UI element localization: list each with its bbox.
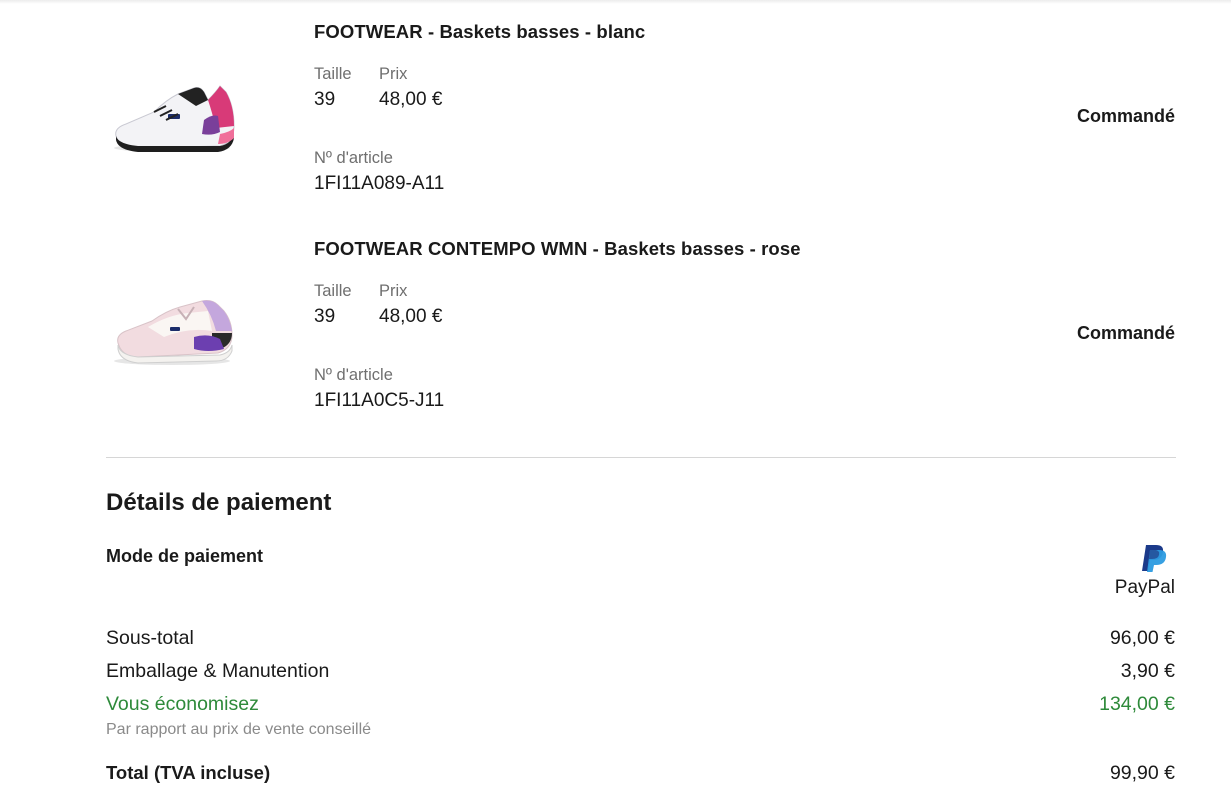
article-number: 1FI11A0C5-J11 [314,390,445,411]
price-label: Prix [379,65,408,83]
savings-label: Vous économisez [106,693,259,715]
price-value: 48,00 € [379,306,443,327]
article-number: 1FI11A089-A11 [314,173,445,194]
total-value: 99,90 € [1109,762,1175,784]
order-item: FOOTWEAR - Baskets basses - blanc Taille… [0,0,1231,200]
article-label: Nº d'article [314,149,393,167]
payment-method-name: PayPal [1114,577,1175,598]
order-item: FOOTWEAR CONTEMPO WMN - Baskets basses -… [0,217,1231,417]
order-status: Commandé [1076,106,1175,126]
section-divider [106,457,1176,458]
subtotal-value: 96,00 € [1109,627,1175,649]
price-value: 48,00 € [379,89,443,110]
shipping-label: Emballage & Manutention [106,660,330,682]
paypal-icon [1138,543,1168,573]
total-label: Total (TVA incluse) [106,762,271,783]
size-label: Taille [314,282,352,300]
product-name[interactable]: FOOTWEAR - Baskets basses - blanc [314,21,645,43]
product-image-white-sneaker[interactable] [108,70,240,160]
shipping-value: 3,90 € [1120,660,1175,682]
subtotal-label: Sous-total [106,627,194,649]
article-label: Nº d'article [314,366,393,384]
savings-note: Par rapport au prix de vente conseillé [106,721,372,738]
price-label: Prix [379,282,408,300]
product-name[interactable]: FOOTWEAR CONTEMPO WMN - Baskets basses -… [314,238,801,260]
size-value: 39 [314,306,336,327]
payment-details-title: Détails de paiement [106,489,332,516]
payment-mode-label: Mode de paiement [106,546,264,566]
product-image-pink-sneaker[interactable] [108,287,240,377]
size-label: Taille [314,65,352,83]
size-value: 39 [314,89,336,110]
order-status: Commandé [1076,323,1175,343]
savings-value: 134,00 € [1099,693,1175,715]
